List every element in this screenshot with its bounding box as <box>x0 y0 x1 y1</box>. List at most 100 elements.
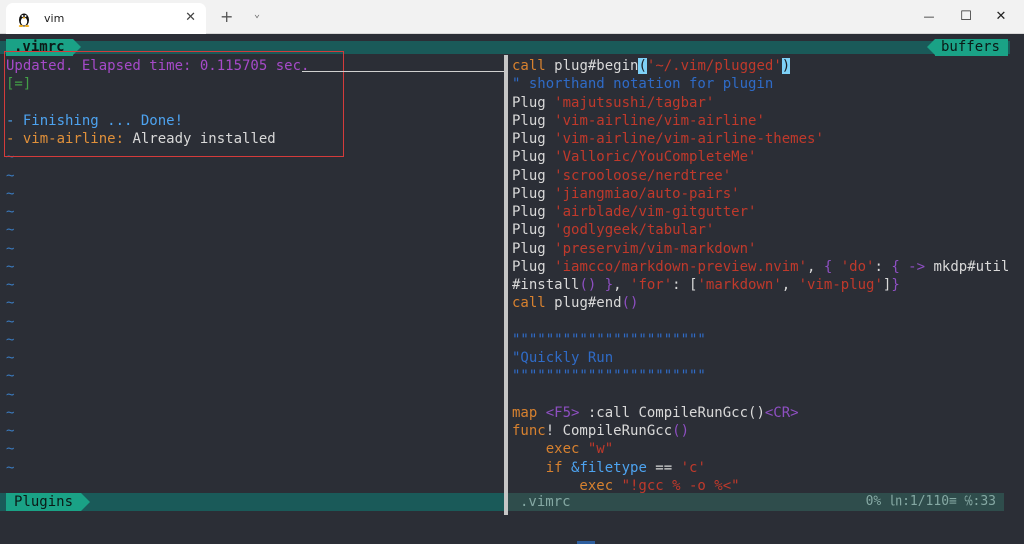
minimize-button[interactable]: — <box>918 6 940 26</box>
code-token: Plug <box>512 131 555 147</box>
empty-line-tilde: ~ <box>6 258 15 275</box>
code-token: Plug <box>512 185 555 202</box>
terminal-area[interactable]: .vimrc buffers Updated. Elapsed time: 0.… <box>0 35 1024 544</box>
code-line: Plug 'vim-airline/vim-airline-themes' <box>512 130 1020 148</box>
code-token: : <box>874 258 892 275</box>
empty-line-tilde: ~ <box>6 441 15 458</box>
code-token: () <box>621 295 639 312</box>
code-token: == <box>646 459 681 476</box>
code-line: call plug#end() <box>512 294 1020 312</box>
code-line: Plug 'godlygeek/tabular' <box>512 221 1020 239</box>
left-statusline: Plugins <box>0 493 504 511</box>
empty-line-tilde: ~ <box>6 459 15 476</box>
empty-line-tilde: ~ <box>6 240 15 257</box>
code-line: Plug 'vim-airline/vim-airline' <box>512 112 1020 130</box>
code-token: 'majutsushi/tagbar' <box>554 94 715 111</box>
window-close-button[interactable]: ✕ <box>990 6 1012 26</box>
code-line: Plug 'preservim/vim-markdown' <box>512 240 1020 258</box>
code-token: "!gcc % -o %<" <box>621 477 740 494</box>
code-token: """"""""""""""""""""""" <box>512 331 706 348</box>
code-token: 'godlygeek/tabular' <box>554 222 715 239</box>
code-token: '~/.vim/plugged' <box>646 58 782 74</box>
empty-line-tilde: ~ <box>6 368 15 385</box>
code-line: "Quickly Run <box>512 349 1020 367</box>
code-token: () <box>672 423 690 439</box>
code-token: , <box>807 258 824 275</box>
tab-title: vim <box>44 12 65 25</box>
empty-line-tilde: ~ <box>6 386 15 403</box>
code-line: Plug 'jiangmiao/auto-pairs' <box>512 185 1020 203</box>
new-tab-button[interactable]: + <box>220 7 233 26</box>
maximize-button[interactable]: ☐ <box>955 6 977 26</box>
code-token: plug#end <box>554 295 622 312</box>
code-token: :call CompileRunGcc() <box>579 404 765 421</box>
code-token: , <box>781 277 799 293</box>
code-token: &filetype <box>571 459 647 476</box>
code-token: Plug <box>512 222 555 239</box>
right-status-position: 0% ㏑:1/110≡ ℅:33 <box>865 494 996 509</box>
code-line: Plug 'Valloric/YouCompleteMe' <box>512 148 1020 166</box>
code-token: 'vim-airline/vim-airline-themes' <box>554 131 824 147</box>
annotation-line <box>302 71 505 72</box>
code-line: Plug 'airblade/vim-gitgutter' <box>512 203 1020 221</box>
code-token: 'preservim/vim-markdown' <box>554 240 757 257</box>
code-token: 'do' <box>840 258 875 275</box>
code-token: plug#begin <box>554 58 639 74</box>
code-token: ( <box>638 58 647 74</box>
code-token: Plug <box>512 112 555 129</box>
close-tab-icon[interactable]: ✕ <box>185 11 196 25</box>
code-token: if <box>512 459 572 476</box>
vertical-split-separator[interactable] <box>504 55 508 515</box>
code-token: 'c' <box>680 459 706 476</box>
code-line: Plug 'iamcco/markdown-preview.nvim', { '… <box>512 258 1020 276</box>
code-token: ) <box>781 58 791 74</box>
code-token: call <box>512 295 555 312</box>
code-line: exec "w" <box>512 440 1020 458</box>
code-line: """"""""""""""""""""""" <box>512 331 1020 349</box>
code-token: exec <box>512 441 588 458</box>
code-token: () } <box>579 277 614 293</box>
vimrc-editor-pane[interactable]: call plug#begin('~/.vim/plugged') " short… <box>512 57 1020 495</box>
left-status-mode: Plugins <box>6 493 91 511</box>
code-token: 'for' <box>630 277 673 293</box>
code-token: <F5> <box>545 404 580 421</box>
code-line: " shorthand notation for plugin <box>512 75 1020 93</box>
empty-line-tilde: ~ <box>6 204 15 220</box>
code-token: { <box>823 258 841 275</box>
empty-line-tilde: ~ <box>6 185 15 202</box>
code-token: Plug <box>512 204 555 220</box>
code-line: """"""""""""""""""""""" <box>512 367 1020 385</box>
code-token: 'scrooloose/nerdtree' <box>554 167 732 184</box>
title-bar: vim ✕ + ⌄ — ☐ ✕ <box>0 0 1024 34</box>
code-token: Plug <box>512 258 555 275</box>
code-token: call <box>512 58 555 74</box>
empty-line-tilde: ~ <box>6 222 15 239</box>
code-line: if &filetype == 'c' <box>512 459 1020 477</box>
empty-line-tilde: ~ <box>6 295 15 312</box>
tux-icon <box>18 13 30 27</box>
empty-line-tilde: ~ <box>6 167 15 184</box>
right-statusline: .vimrc 0% ㏑:1/110≡ ℅:33 <box>508 493 1004 511</box>
code-token: 'markdown' <box>697 277 782 293</box>
code-token: 'airblade/vim-gitgutter' <box>554 204 757 220</box>
code-token: 'vim-airline/vim-airline' <box>554 112 765 129</box>
right-status-filename: .vimrc <box>520 494 571 510</box>
code-line: call plug#begin('~/.vim/plugged') <box>512 57 1020 75</box>
tabline-buffers-label: buffers <box>926 39 1008 56</box>
code-token: map <box>512 404 546 421</box>
terminal-tab[interactable]: vim ✕ <box>6 3 206 34</box>
code-token: "w" <box>587 441 614 458</box>
code-token: { -> <box>891 258 934 275</box>
code-token: Plug <box>512 149 555 166</box>
code-token: "Quickly Run <box>512 350 614 366</box>
empty-line-tilde: ~ <box>6 404 15 421</box>
chevron-down-icon[interactable]: ⌄ <box>254 9 260 20</box>
empty-line-tilde: ~ <box>6 313 15 330</box>
code-token: 'jiangmiao/auto-pairs' <box>554 185 740 202</box>
code-token: Plug <box>512 240 555 257</box>
code-token: Plug <box>512 167 555 184</box>
code-token: " shorthand notation for plugin <box>512 76 774 93</box>
code-token: : [ <box>672 277 698 293</box>
